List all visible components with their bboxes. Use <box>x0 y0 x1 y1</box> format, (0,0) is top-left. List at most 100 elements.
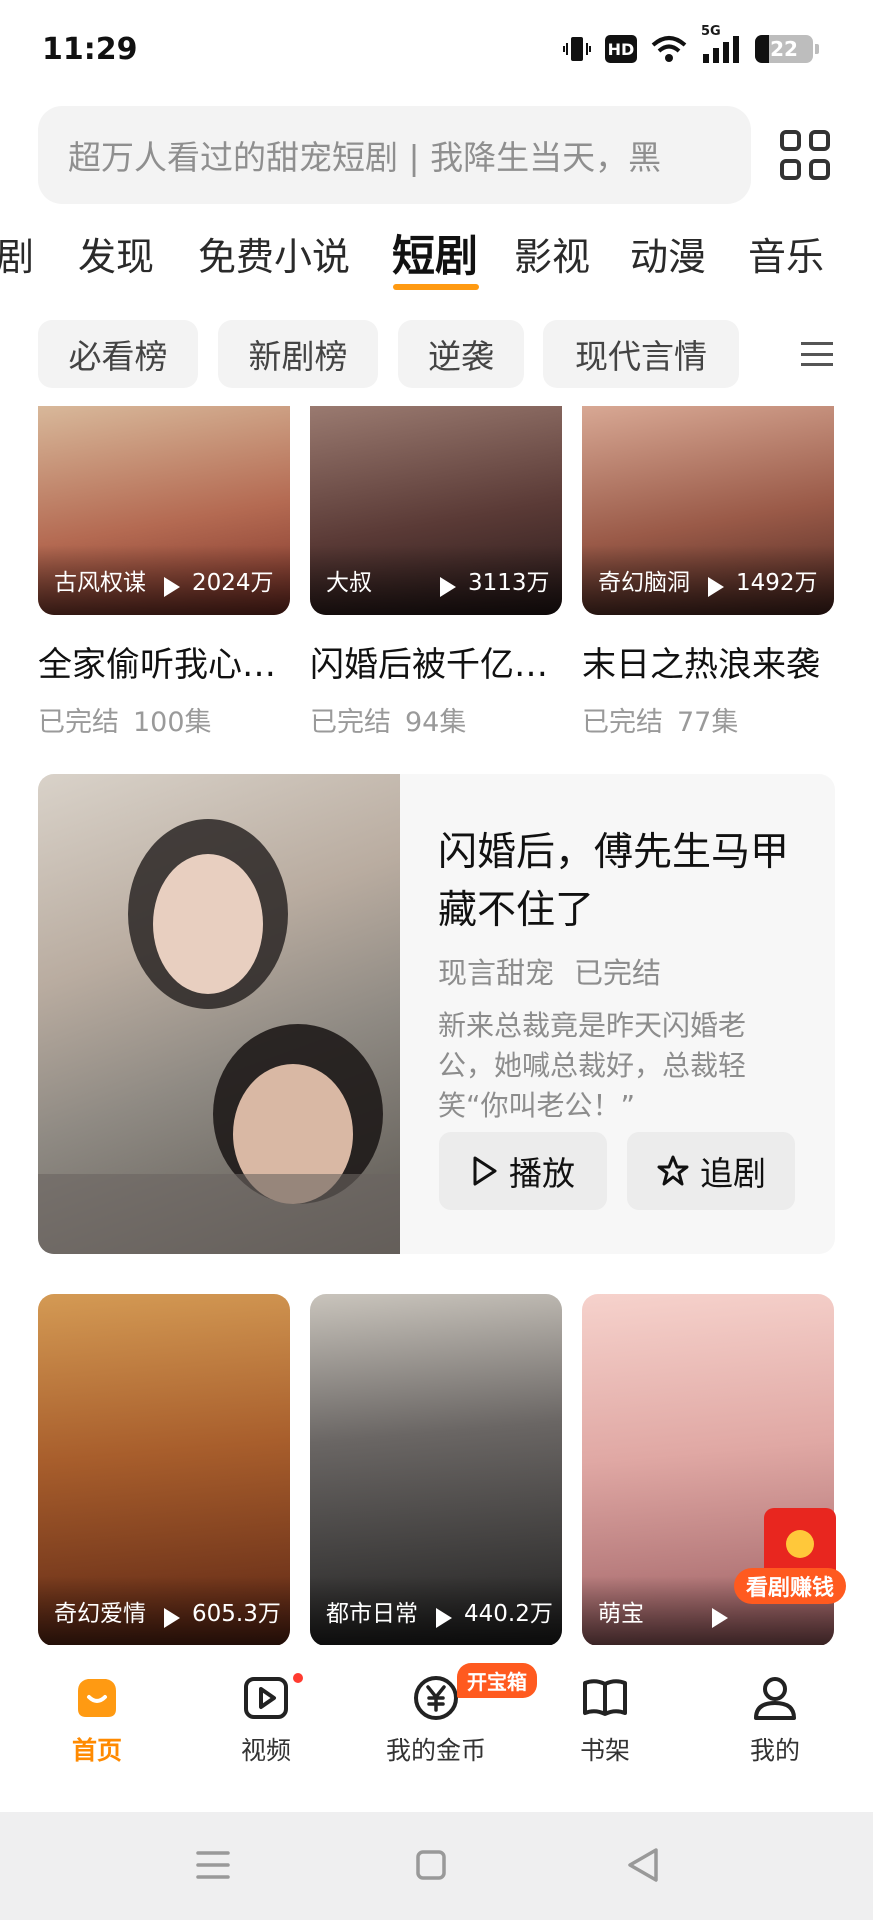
search-input[interactable]: 超万人看过的甜宠短剧 | 我降生当天，黑 <box>38 106 751 204</box>
user-icon <box>754 1677 796 1720</box>
featured-genre: 现言甜宠 <box>438 956 555 990</box>
nav-coins[interactable]: 开宝箱 我的金币 <box>361 1663 537 1767</box>
drama-episodes: 94集 <box>405 707 467 738</box>
tab-discover[interactable]: 发现 <box>78 226 154 281</box>
follow-button[interactable]: 追剧 <box>627 1132 795 1210</box>
nav-bookshelf-label: 书架 <box>579 1736 630 1765</box>
drama-episodes: 100集 <box>133 707 212 738</box>
play-count: 440.2万 <box>464 1601 553 1627</box>
status-bar: 11:29 HD 5G 22 <box>0 0 873 104</box>
drama-meta: 已完结 100集 <box>38 700 290 739</box>
wifi-icon <box>651 35 687 63</box>
tab-active-indicator <box>393 284 479 290</box>
follow-button-label: 追剧 <box>700 1154 766 1193</box>
poster-overlay: 奇幻爱情 605.3万 <box>38 1576 290 1646</box>
drama-poster: 奇幻脑洞 1492万 <box>582 406 834 615</box>
battery-icon: 22 <box>755 35 819 63</box>
chip-new-drama[interactable]: 新剧榜 <box>218 320 378 388</box>
tab-film-tv[interactable]: 影视 <box>514 226 590 281</box>
status-icons: HD 5G 22 <box>563 24 819 64</box>
vibrate-icon <box>563 34 591 64</box>
nav-video[interactable]: 视频 <box>191 1673 341 1767</box>
drama-status: 已完结 <box>38 707 119 738</box>
chip-modern-romance[interactable]: 现代言情 <box>543 320 739 388</box>
tab-music[interactable]: 音乐 <box>748 226 824 281</box>
play-count: 2024万 <box>192 570 274 596</box>
poster-overlay: 大叔 3113万 <box>310 545 562 615</box>
play-count-icon <box>712 1608 728 1628</box>
signal-icon: 5G <box>701 24 741 64</box>
play-button[interactable]: 播放 <box>439 1132 607 1210</box>
nav-home[interactable]: 首页 <box>22 1673 172 1767</box>
category-chips: 必看榜 新剧榜 逆袭 现代言情 <box>0 320 873 388</box>
home-square-icon[interactable] <box>416 1849 446 1881</box>
drama-meta: 已完结 94集 <box>310 700 562 739</box>
tab-short-drama[interactable]: 短剧 <box>392 222 478 284</box>
drama-title: 闪婚后被千亿… <box>310 645 548 685</box>
drama-episodes: 77集 <box>677 707 739 738</box>
drama-poster: 大叔 3113万 <box>310 406 562 615</box>
more-categories-button[interactable] <box>760 320 873 388</box>
featured-title: 闪婚后，傅先生马甲藏不住了 <box>438 830 790 933</box>
star-icon <box>657 1155 689 1186</box>
drama-card[interactable]: 奇幻脑洞 1492万 末日之热浪来袭 已完结 77集 <box>582 406 834 739</box>
drama-status: 已完结 <box>310 707 391 738</box>
drama-poster: 奇幻爱情 605.3万 <box>38 1294 290 1646</box>
play-count: 605.3万 <box>192 1601 281 1627</box>
bottom-nav: 首页 视频 开宝箱 我的金币 书架 我的 <box>0 1645 873 1810</box>
genre-tag: 奇幻脑洞 <box>598 570 690 596</box>
play-count-icon <box>164 577 180 597</box>
genre-tag: 萌宝 <box>598 1601 644 1627</box>
play-count-icon <box>164 1608 180 1628</box>
channel-tabs: 剧 发现 免费小说 短剧 影视 动漫 音乐 <box>0 226 873 296</box>
video-play-icon <box>244 1677 288 1719</box>
poster-overlay: 奇幻脑洞 1492万 <box>582 545 834 615</box>
open-treasure-badge[interactable]: 开宝箱 <box>457 1663 537 1698</box>
play-count: 3113万 <box>468 570 550 596</box>
drama-card[interactable]: 大叔 3113万 闪婚后被千亿… 已完结 94集 <box>310 406 562 739</box>
nav-video-label: 视频 <box>240 1736 291 1765</box>
drama-card[interactable]: 都市日常 440.2万 <box>310 1294 562 1646</box>
drama-card[interactable]: 奇幻爱情 605.3万 <box>38 1294 290 1646</box>
nav-home-label: 首页 <box>71 1736 122 1765</box>
chip-comeback[interactable]: 逆袭 <box>398 320 524 388</box>
network-label: 5G <box>701 24 721 39</box>
recent-apps-icon[interactable] <box>196 1850 230 1880</box>
tab-drama-partial[interactable]: 剧 <box>0 226 34 281</box>
watch-earn-float-button[interactable]: 看剧赚钱 <box>734 1508 873 1608</box>
nav-profile[interactable]: 我的 <box>700 1673 850 1767</box>
play-count-icon <box>440 577 456 597</box>
drama-card[interactable]: 古风权谋 2024万 全家偷听我心… 已完结 100集 <box>38 406 290 739</box>
featured-tags: 现言甜宠 已完结 <box>438 950 661 992</box>
book-icon <box>583 1679 627 1716</box>
drama-poster: 都市日常 440.2万 <box>310 1294 562 1646</box>
apps-grid-icon[interactable] <box>780 130 830 180</box>
status-time: 11:29 <box>42 32 138 67</box>
home-icon <box>78 1679 116 1717</box>
drama-title: 末日之热浪来袭 <box>582 645 820 685</box>
tab-anime[interactable]: 动漫 <box>630 226 706 281</box>
featured-description: 新来总裁竟是昨天闪婚老公，她喊总裁好，总裁轻笑“你叫老公！” <box>438 1009 747 1122</box>
poster-overlay: 都市日常 440.2万 <box>310 1576 562 1646</box>
nav-profile-label: 我的 <box>749 1736 800 1765</box>
watch-earn-label: 看剧赚钱 <box>734 1568 847 1604</box>
hd-icon: HD <box>605 35 637 63</box>
nav-coins-label: 我的金币 <box>385 1736 486 1765</box>
search-placeholder: 超万人看过的甜宠短剧 | 我降生当天，黑 <box>68 138 662 177</box>
tab-free-novel[interactable]: 免费小说 <box>198 226 350 281</box>
nav-bookshelf[interactable]: 书架 <box>530 1673 680 1767</box>
drama-title: 全家偷听我心… <box>38 645 276 685</box>
drama-meta: 已完结 77集 <box>582 700 834 739</box>
featured-status: 已完结 <box>574 956 662 990</box>
play-count: 1492万 <box>736 570 818 596</box>
play-count-icon <box>708 577 724 597</box>
menu-icon <box>800 342 833 366</box>
drama-poster: 古风权谋 2024万 <box>38 406 290 615</box>
play-count-icon <box>436 1608 452 1628</box>
chip-must-watch[interactable]: 必看榜 <box>38 320 198 388</box>
genre-tag: 大叔 <box>326 570 372 596</box>
poster-overlay: 古风权谋 2024万 <box>38 545 290 615</box>
drama-status: 已完结 <box>582 707 663 738</box>
back-icon[interactable] <box>626 1847 660 1883</box>
featured-drama-card[interactable]: 闪婚后，傅先生马甲藏不住了 现言甜宠 已完结 新来总裁竟是昨天闪婚老公，她喊总裁好… <box>38 774 835 1254</box>
